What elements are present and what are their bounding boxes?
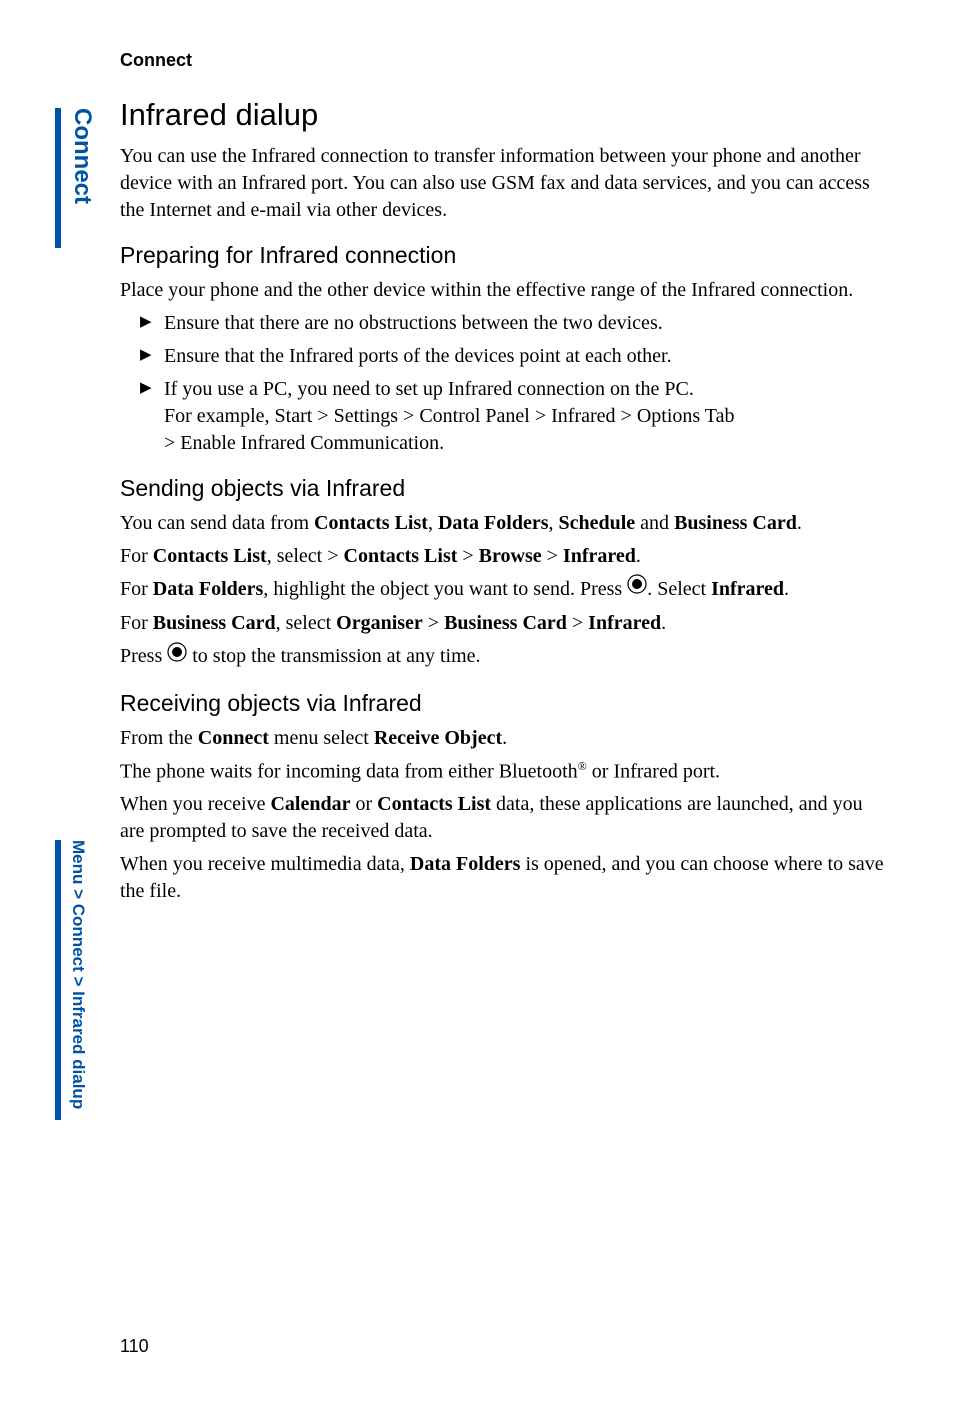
preparing-bullet-list: Ensure that there are no obstructions be… <box>140 310 890 457</box>
side-label-breadcrumb: Menu > Connect > Infrared dialup <box>68 840 88 1109</box>
text: When you receive multimedia data, <box>120 853 410 875</box>
text: You can send data from <box>120 512 314 534</box>
intro-paragraph: You can use the Infrared connection to t… <box>120 143 890 224</box>
bold-text: Organiser <box>336 612 423 634</box>
bold-text: Browse <box>479 545 542 567</box>
sending-p5: Press to stop the transmission at any ti… <box>120 643 890 671</box>
text: . Select <box>647 578 711 600</box>
text: For <box>120 612 153 634</box>
bullet-line: > Enable Infrared Communication. <box>164 430 890 457</box>
text: , select > <box>267 545 344 567</box>
bold-text: Business Card <box>444 612 567 634</box>
bold-text: Business Card <box>674 512 797 534</box>
bold-text: Infrared <box>563 545 636 567</box>
receiving-p1: From the Connect menu select Receive Obj… <box>120 725 890 752</box>
text: , highlight the object you want to send.… <box>263 578 627 600</box>
text: The phone waits for incoming data from e… <box>120 760 578 782</box>
bullet-line: For example, Start > Settings > Control … <box>164 403 890 430</box>
text: , <box>428 512 438 534</box>
text: . <box>502 727 507 749</box>
bold-text: Schedule <box>558 512 635 534</box>
bullet-item: Ensure that there are no obstructions be… <box>140 310 890 337</box>
bold-text: Infrared <box>711 578 784 600</box>
bullet-item: If you use a PC, you need to set up Infr… <box>140 376 890 457</box>
bold-text: Contacts List <box>344 545 458 567</box>
page-content: Connect Infrared dialup You can use the … <box>120 50 890 911</box>
text: > <box>567 612 588 634</box>
text: Press <box>120 645 167 667</box>
nav-button-icon <box>627 574 647 602</box>
bullet-item: Ensure that the Infrared ports of the de… <box>140 343 890 370</box>
section-preparing-title: Preparing for Infrared connection <box>120 242 890 269</box>
side-rail: Connect Menu > Connect > Infrared dialup <box>55 0 100 1409</box>
page-number: 110 <box>120 1336 149 1357</box>
text: > <box>542 545 563 567</box>
text: > <box>423 612 444 634</box>
sending-p2: For Contacts List, select > Contacts Lis… <box>120 543 890 570</box>
page-title: Infrared dialup <box>120 97 890 133</box>
bullet-line: If you use a PC, you need to set up Infr… <box>164 378 694 400</box>
text: > <box>457 545 478 567</box>
bold-text: Contacts List <box>377 793 491 815</box>
receiving-p3: When you receive Calendar or Contacts Li… <box>120 791 890 845</box>
text: , <box>548 512 558 534</box>
text: For <box>120 545 153 567</box>
side-label-connect: Connect <box>68 108 96 204</box>
sending-p4: For Business Card, select Organiser > Bu… <box>120 610 890 637</box>
bold-text: Infrared <box>588 612 661 634</box>
sending-p3: For Data Folders, highlight the object y… <box>120 576 890 604</box>
text: to stop the transmission at any time. <box>187 645 480 667</box>
bold-text: Connect <box>198 727 269 749</box>
text: . <box>661 612 666 634</box>
text: . <box>797 512 802 534</box>
bold-text: Data Folders <box>153 578 264 600</box>
text: . <box>636 545 641 567</box>
registered-mark: ® <box>578 759 587 773</box>
bold-text: Business Card <box>153 612 276 634</box>
text: When you receive <box>120 793 270 815</box>
text: , select <box>276 612 337 634</box>
bold-text: Calendar <box>270 793 350 815</box>
section-receiving-title: Receiving objects via Infrared <box>120 690 890 717</box>
sending-p1: You can send data from Contacts List, Da… <box>120 510 890 537</box>
text: and <box>635 512 674 534</box>
page-header: Connect <box>120 50 890 71</box>
text: or <box>350 793 377 815</box>
bold-text: Data Folders <box>438 512 549 534</box>
bold-text: Receive Object <box>374 727 502 749</box>
text: . <box>784 578 789 600</box>
section-preparing-p1: Place your phone and the other device wi… <box>120 277 890 304</box>
receiving-p4: When you receive multimedia data, Data F… <box>120 851 890 905</box>
text: menu select <box>269 727 374 749</box>
text: From the <box>120 727 198 749</box>
nav-button-icon <box>167 642 187 670</box>
receiving-p2: The phone waits for incoming data from e… <box>120 758 890 786</box>
text: For <box>120 578 153 600</box>
section-sending-title: Sending objects via Infrared <box>120 475 890 502</box>
side-bar-top <box>55 108 61 248</box>
side-bar-bottom <box>55 840 61 1120</box>
text: or Infrared port. <box>587 760 720 782</box>
bold-text: Contacts List <box>314 512 428 534</box>
bold-text: Contacts List <box>153 545 267 567</box>
bold-text: Data Folders <box>410 853 521 875</box>
